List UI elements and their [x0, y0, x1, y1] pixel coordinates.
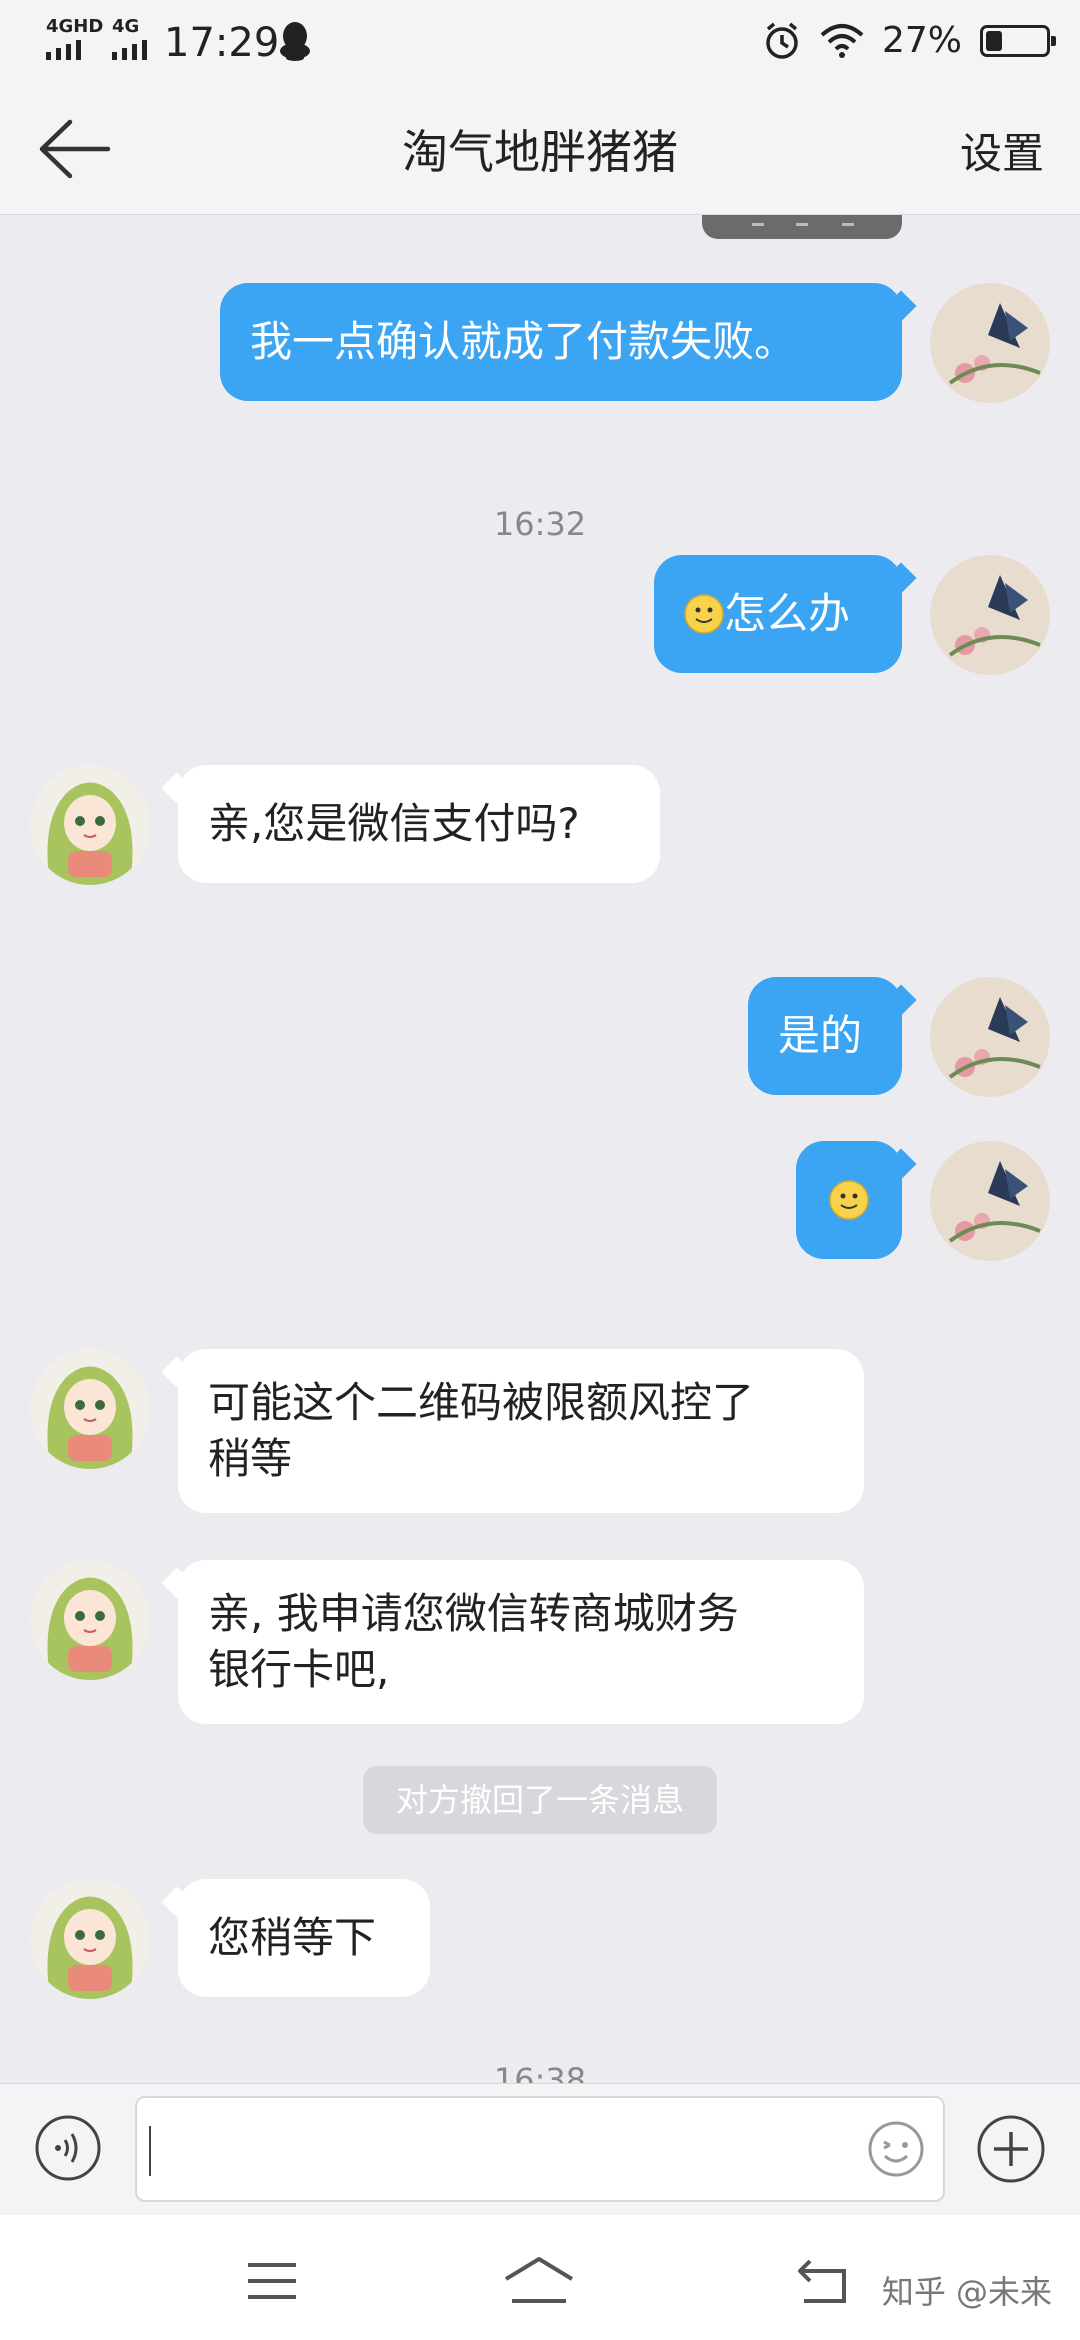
message-text: 怎么办	[724, 589, 851, 638]
message-text-line: 稍等	[208, 1434, 293, 1483]
my-avatar[interactable]	[930, 555, 1050, 675]
message-text: 是的	[778, 1011, 863, 1060]
other-message-bubble[interactable]: 您稍等下	[178, 1879, 430, 1997]
my-message-bubble[interactable]: 怎么办	[654, 555, 902, 673]
my-avatar[interactable]	[930, 977, 1050, 1097]
status-bar: 4GHD 4G 17:29 27%	[0, 0, 1080, 86]
other-avatar[interactable]	[30, 1879, 150, 1999]
message-text: 我一点确认就成了付款失败。	[250, 317, 797, 366]
qq-icon	[280, 22, 310, 61]
message-text-line: 可能这个二维码被限额风控了	[208, 1378, 755, 1427]
message-list[interactable]: 我一点确认就成了付款失败。 16:32 怎么办 亲,您是微信支付吗? 是的 可能…	[0, 215, 1080, 2083]
watermark: 知乎 @未来	[881, 2273, 1052, 2311]
message-text: 您稍等下	[208, 1913, 377, 1962]
menu-icon[interactable]	[242, 2253, 302, 2309]
other-avatar[interactable]	[30, 1349, 150, 1469]
signal-1-icon	[46, 40, 81, 60]
other-avatar[interactable]	[30, 1560, 150, 1680]
my-avatar[interactable]	[930, 283, 1050, 403]
my-avatar[interactable]	[930, 1141, 1050, 1261]
text-caret	[149, 2126, 151, 2176]
wifi-icon	[820, 23, 864, 58]
clock: 17:29	[164, 20, 280, 66]
signal-2-icon	[112, 40, 147, 60]
settings-button[interactable]: 设置	[960, 120, 1044, 181]
home-icon[interactable]	[500, 2253, 578, 2309]
chat-header: 淘气地胖猪猪 设置	[0, 86, 1080, 215]
battery-icon	[980, 24, 1056, 57]
message-text: 亲,您是微信支付吗?	[208, 799, 580, 848]
smile-emoji-icon	[829, 1180, 869, 1220]
my-message-bubble[interactable]: 是的	[748, 977, 902, 1095]
message-text-line: 亲, 我申请您微信转商城财务	[208, 1589, 739, 1638]
system-nav-bar: 知乎 @未来	[0, 2215, 1080, 2340]
smile-emoji-icon	[684, 594, 724, 634]
network-2-label: 4G	[112, 16, 140, 37]
floating-toolbar[interactable]	[702, 215, 902, 239]
other-message-bubble[interactable]: 可能这个二维码被限额风控了 稍等	[178, 1349, 864, 1513]
input-bar	[0, 2083, 1080, 2216]
other-message-bubble[interactable]: 亲,您是微信支付吗?	[178, 765, 660, 883]
network-1-label: 4GHD	[46, 16, 104, 37]
voice-input-icon[interactable]	[34, 2114, 102, 2182]
recall-notice: 对方撤回了一条消息	[363, 1766, 717, 1834]
add-attachment-icon[interactable]	[976, 2114, 1046, 2184]
chat-title: 淘气地胖猪猪	[402, 125, 678, 179]
my-emoji-bubble[interactable]	[796, 1141, 902, 1259]
timestamp: 16:32	[493, 505, 587, 543]
other-message-bubble[interactable]: 亲, 我申请您微信转商城财务 银行卡吧,	[178, 1560, 864, 1724]
message-input[interactable]	[135, 2096, 945, 2202]
timestamp: 16:38	[493, 2061, 587, 2083]
battery-percent: 27%	[881, 20, 962, 61]
message-text-line: 银行卡吧,	[208, 1645, 390, 1694]
other-avatar[interactable]	[30, 765, 150, 885]
emoji-picker-icon[interactable]	[867, 2120, 925, 2178]
my-message-bubble[interactable]: 我一点确认就成了付款失败。	[220, 283, 902, 401]
back-nav-icon[interactable]	[794, 2253, 854, 2309]
alarm-icon	[766, 22, 798, 59]
